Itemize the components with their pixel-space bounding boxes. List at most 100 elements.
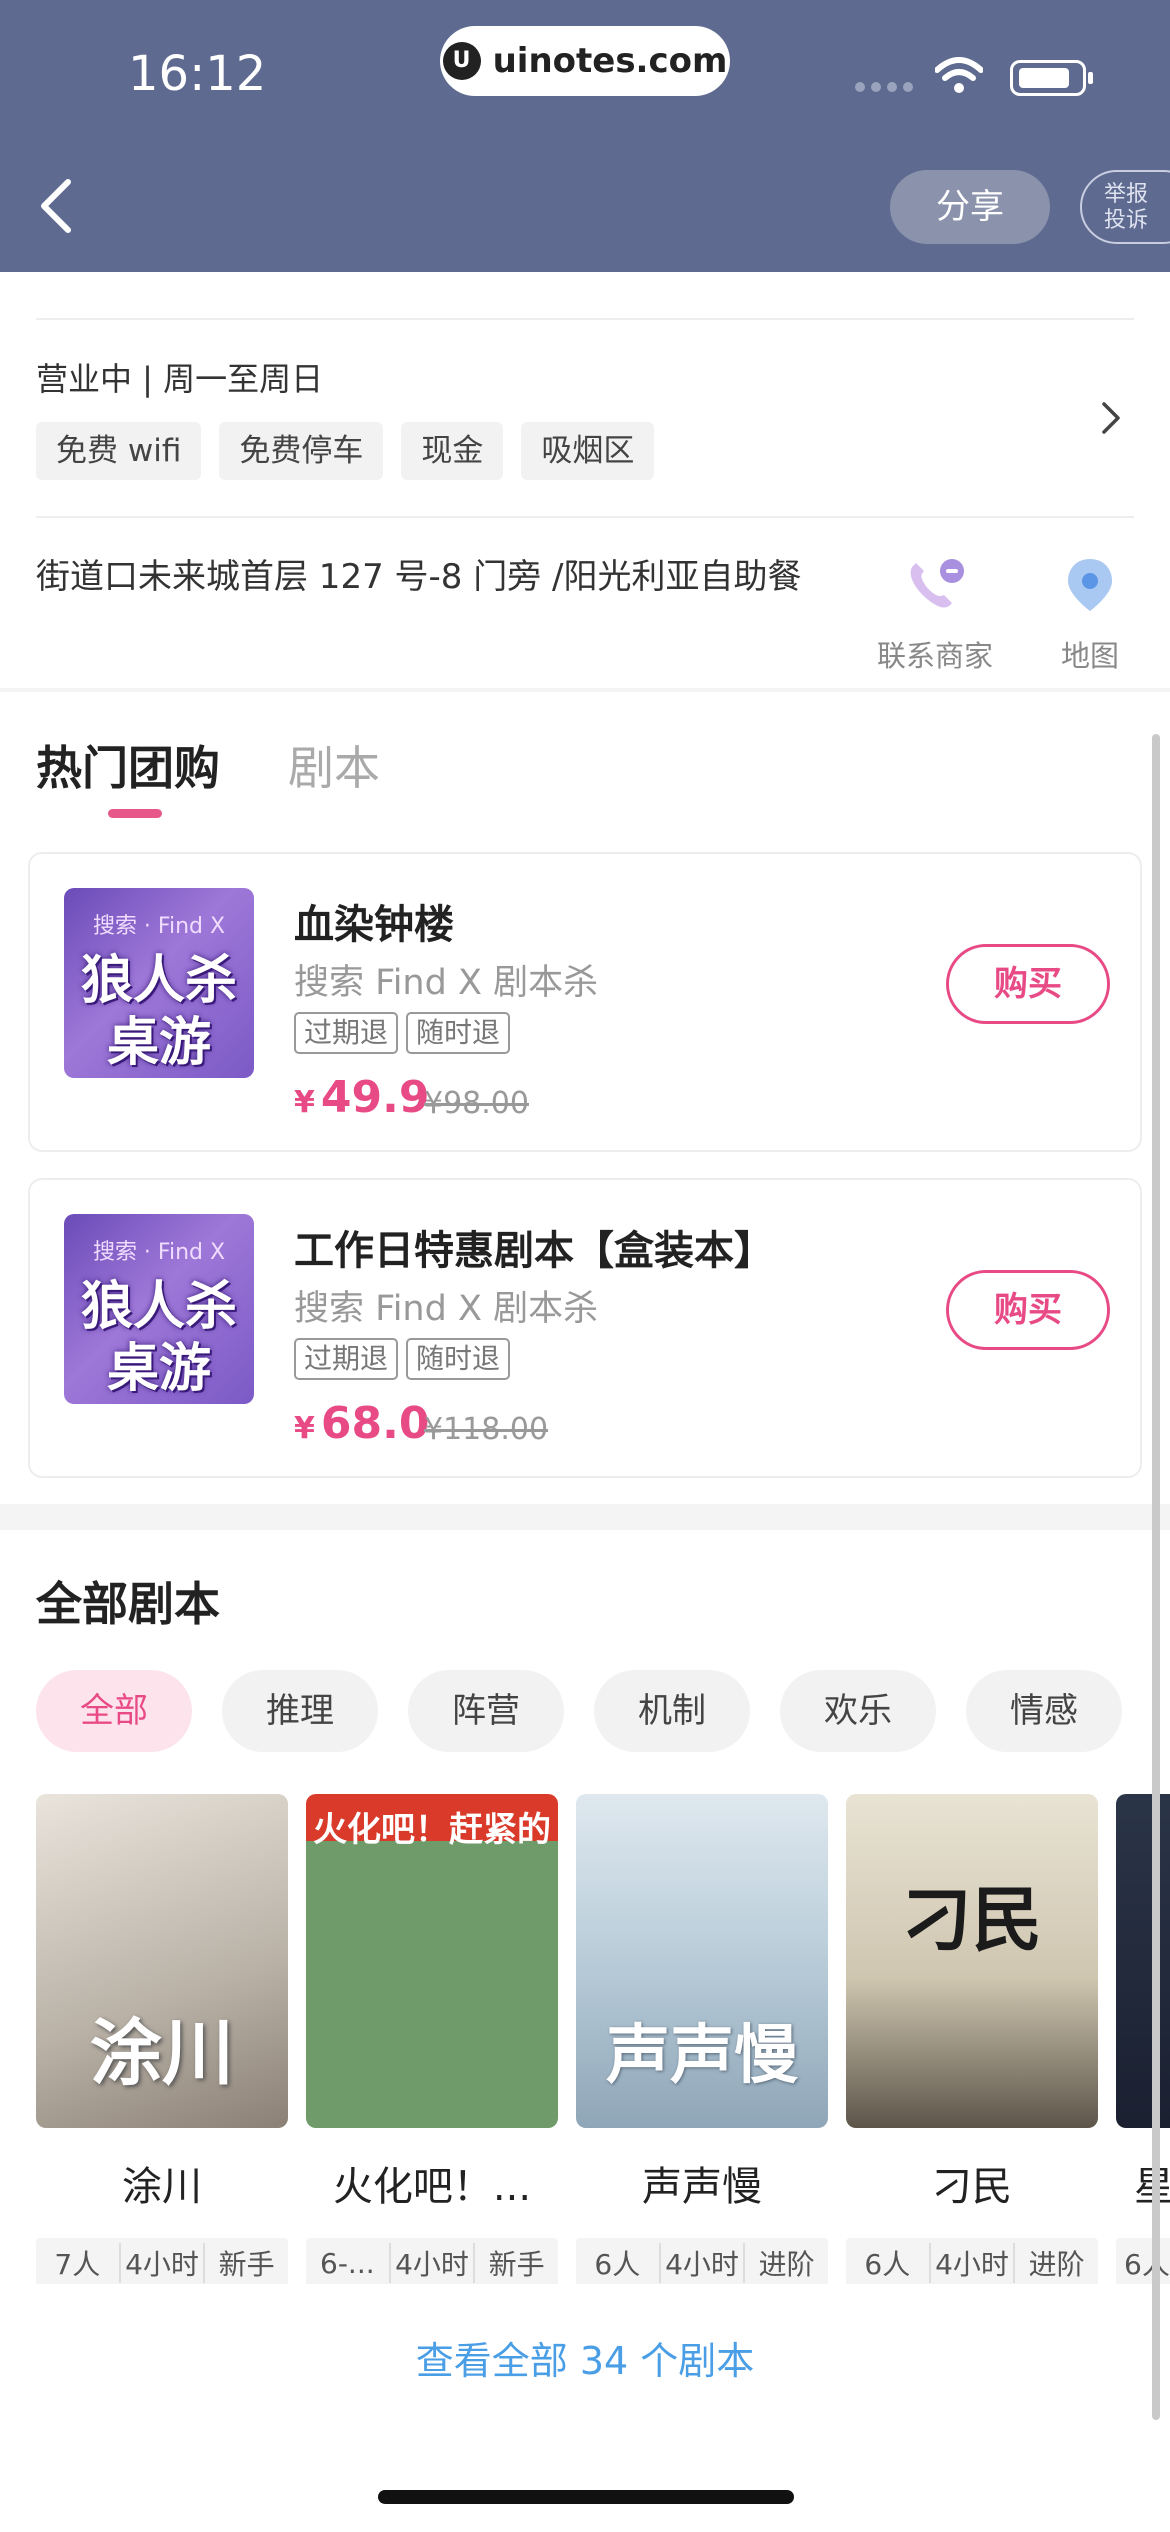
amenity-tag: 吸烟区 [521, 422, 655, 480]
share-button[interactable]: 分享 [890, 170, 1050, 244]
script-card[interactable]: 刁民 刁民 6人 4小时 进阶 [846, 1794, 1098, 2284]
poster-art-text: 声声慢 [606, 2019, 798, 2093]
player-count: 7人 [54, 2248, 101, 2281]
report-button[interactable]: 举报 投诉 [1080, 170, 1170, 244]
deal-card[interactable]: 搜索 · Find X 狼人杀 桌游 工作日特惠剧本【盒装本】 搜索 Find … [28, 1178, 1142, 1478]
script-card[interactable]: 火化吧！赶紧的 火化吧！... 6-... 4小时 新手 [306, 1794, 558, 2284]
script-poster: 涂川 [36, 1794, 288, 2128]
price-amount: 49.9 [320, 1072, 430, 1123]
site-logo-icon: U [442, 42, 481, 80]
store-address: 街道口未来城首层 127 号-8 门旁 /阳光利亚自助餐 [36, 557, 802, 597]
tab-scripts[interactable]: 剧本 [288, 732, 380, 798]
back-arrow-icon[interactable] [32, 176, 82, 236]
script-card[interactable]: 涂川 涂川 7人 4小时 新手 [36, 1794, 288, 2284]
buy-button[interactable]: 购买 [946, 944, 1110, 1024]
script-name: 涂川 [122, 2164, 202, 2210]
refund-badge: 过期退 [294, 1012, 399, 1054]
amenity-tags[interactable]: 免费 wifi 免费停车 现金 吸烟区 [36, 422, 655, 480]
thumb-line: 狼人杀 [80, 1277, 237, 1337]
duration: 4小时 [118, 2243, 204, 2283]
difficulty: 新手 [203, 2243, 288, 2283]
map-button[interactable]: 地图 [1050, 555, 1130, 675]
battery-icon [1010, 60, 1093, 96]
script-name: 声声慢 [642, 2164, 762, 2210]
all-scripts-title: 全部剧本 [36, 1577, 220, 1631]
filter-all[interactable]: 全部 [36, 1670, 192, 1752]
original-price: ¥98.00 [424, 1086, 529, 1121]
script-name: 星 [1116, 2154, 1170, 2212]
wifi-icon [935, 57, 983, 93]
thumb-line: 狼人杀 [80, 951, 237, 1011]
currency-symbol: ¥ [294, 1085, 315, 1120]
filter-deduction[interactable]: 推理 [222, 1670, 378, 1752]
buy-button[interactable]: 购买 [946, 1270, 1110, 1350]
script-name: 火化吧！... [332, 2164, 532, 2210]
poster-art-text: 刁民 [902, 1879, 1042, 1961]
player-count: 6人 [594, 2248, 641, 2281]
url-text: uinotes.com [492, 41, 728, 81]
deal-thumbnail: 搜索 · Find X 狼人杀 桌游 [64, 888, 254, 1078]
duration: 4小时 [658, 2243, 744, 2283]
refund-badge: 过期退 [294, 1338, 399, 1380]
deal-card[interactable]: 搜索 · Find X 狼人杀 桌游 血染钟楼 搜索 Find X 剧本杀 过期… [28, 852, 1142, 1152]
thumb-line: 桌游 [106, 1013, 211, 1073]
script-meta: 6人 4小时 进阶 [846, 2238, 1098, 2284]
player-count: 6-... [320, 2246, 375, 2280]
player-count: 6人 [864, 2248, 911, 2281]
contact-label: 联系商家 [876, 639, 993, 673]
deal-price: ¥49.9 [294, 1072, 429, 1123]
price-amount: 68.0 [320, 1398, 430, 1449]
deal-title: 工作日特惠剧本【盒装本】 [294, 1228, 774, 1274]
refund-badge: 随时退 [406, 1012, 511, 1054]
script-card[interactable]: 声声慢 声声慢 6人 4小时 进阶 [576, 1794, 828, 2284]
script-poster: 声声慢 [576, 1794, 828, 2128]
contact-merchant-button[interactable]: 联系商家 [870, 555, 1000, 675]
script-poster: 火化吧！赶紧的 [306, 1794, 558, 2128]
deal-subtitle: 搜索 Find X 剧本杀 [294, 1289, 599, 1329]
divider [36, 516, 1134, 518]
duration: 4小时 [388, 2243, 474, 2283]
divider [36, 318, 1134, 320]
difficulty: 进阶 [743, 2243, 828, 2283]
script-poster: 刁民 [846, 1794, 1098, 2128]
thumb-caption: 搜索 · Find X [92, 1240, 226, 1265]
home-indicator[interactable] [378, 2490, 794, 2504]
original-price: ¥118.00 [424, 1412, 549, 1447]
deal-thumbnail: 搜索 · Find X 狼人杀 桌游 [64, 1214, 254, 1404]
filter-mechanism[interactable]: 机制 [594, 1670, 750, 1752]
script-name: 刁民 [932, 2164, 1012, 2210]
filter-faction[interactable]: 阵营 [408, 1670, 564, 1752]
poster-art-text: 涂川 [89, 2011, 234, 2095]
business-hours: 营业中 | 周一至周日 [36, 360, 324, 398]
amenity-tag: 现金 [401, 422, 504, 480]
difficulty: 新手 [473, 2243, 558, 2283]
map-label: 地图 [1060, 639, 1119, 673]
cellular-signal-icon [855, 82, 913, 92]
refund-badges: 过期退 随时退 [294, 1338, 511, 1380]
chevron-right-icon[interactable] [1096, 398, 1126, 438]
thumb-title: 狼人杀 桌游 [64, 950, 254, 1074]
thumb-line: 桌游 [106, 1339, 211, 1399]
thumb-caption: 搜索 · Find X [92, 914, 226, 939]
script-meta: 7人 4小时 新手 [36, 2238, 288, 2284]
currency-symbol: ¥ [294, 1411, 315, 1446]
script-meta: 6人 [1116, 2238, 1170, 2284]
refund-badges: 过期退 随时退 [294, 1012, 511, 1054]
script-carousel[interactable]: 涂川 涂川 7人 4小时 新手 火化吧！赶紧的 火化吧！... 6-... 4小… [36, 1794, 1170, 2284]
scrollbar[interactable] [1152, 734, 1160, 2420]
genre-filters: 全部 推理 阵营 机制 欢乐 情感 [36, 1670, 1122, 1752]
url-pill[interactable]: U uinotes.com [440, 26, 730, 96]
thumb-title: 狼人杀 桌游 [64, 1276, 254, 1400]
phone-icon [910, 559, 964, 608]
script-card[interactable]: 星 6人 [1116, 1794, 1170, 2284]
filter-emotion[interactable]: 情感 [966, 1670, 1122, 1752]
filter-fun[interactable]: 欢乐 [780, 1670, 936, 1752]
section-divider [0, 688, 1170, 692]
view-all-scripts-link[interactable]: 查看全部 34 个剧本 [0, 2330, 1170, 2385]
amenity-tag: 免费 wifi [36, 422, 202, 480]
deal-title: 血染钟楼 [294, 902, 454, 948]
script-meta: 6-... 4小时 新手 [306, 2238, 558, 2284]
map-pin-icon [1068, 559, 1112, 611]
deal-subtitle: 搜索 Find X 剧本杀 [294, 963, 599, 1003]
tab-hot-deals[interactable]: 热门团购 [36, 732, 220, 798]
